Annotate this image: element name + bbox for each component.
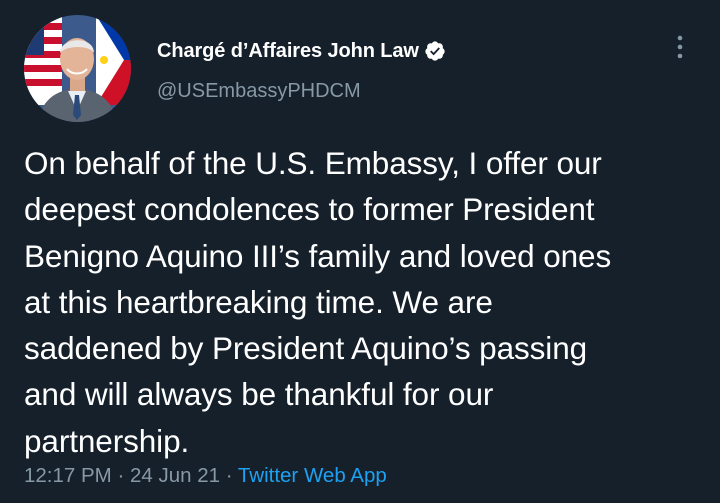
tweet-meta: 12:17 PM · 24 Jun 21 · Twitter Web App — [24, 464, 387, 488]
tweet-text: On behalf of the U.S. Embassy, I offer o… — [24, 145, 612, 459]
tweet-source-link[interactable]: Twitter Web App — [238, 464, 387, 487]
tweet-time[interactable]: 12:17 PM — [24, 464, 112, 487]
verified-badge-icon — [424, 40, 446, 62]
author-handle[interactable]: @USEmbassyPHDCM — [157, 80, 361, 103]
profile-photo-icon — [24, 15, 131, 122]
author-display-name[interactable]: Chargé d’Affaires John Law — [157, 40, 419, 63]
meta-separator: · — [111, 464, 130, 487]
tweet-date[interactable]: 24 Jun 21 — [130, 464, 220, 487]
meta-separator: · — [220, 464, 238, 487]
more-vertical-icon[interactable] — [671, 32, 689, 62]
author-name-row[interactable]: Chargé d’Affaires John Law — [157, 38, 446, 64]
avatar[interactable] — [24, 15, 131, 122]
